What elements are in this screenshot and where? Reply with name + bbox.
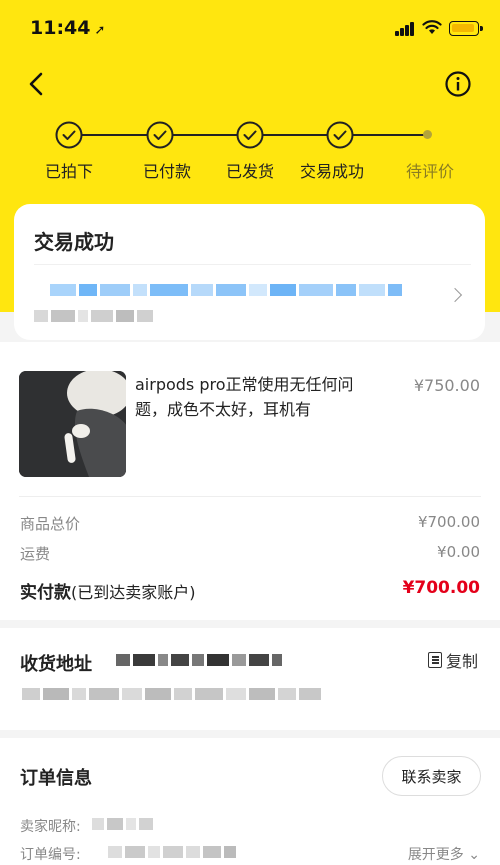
total-value: ¥700.00: [417, 513, 480, 531]
check-circle-icon: [326, 121, 354, 149]
check-circle-icon: [55, 121, 83, 149]
redacted-logistics-time: [34, 310, 153, 322]
chevron-left-icon[interactable]: [26, 70, 48, 98]
redacted-seller-name: [92, 818, 153, 830]
address-title: 收货地址: [20, 654, 92, 675]
status-title: 交易成功: [34, 230, 114, 254]
check-circle-icon: [236, 121, 264, 149]
status-time: 11:44 ➚: [30, 17, 105, 39]
pending-step-dot: [423, 130, 432, 139]
step-label-placed: 已拍下: [44, 162, 93, 181]
product-thumbnail[interactable]: [19, 371, 126, 477]
product-section: airpods pro正常使用无任何问题，成色不太好，耳机有 ¥750.00 商…: [0, 342, 500, 620]
step-label-paid: 已付款: [142, 162, 191, 181]
redacted-logistics-text[interactable]: [50, 284, 402, 296]
shipping-value: ¥0.00: [437, 543, 480, 561]
step-label-shipped: 已发货: [225, 162, 274, 181]
order-section: 订单信息 联系卖家 卖家昵称: 订单编号: 展开更多 ⌄: [0, 738, 500, 865]
expand-more-label: 展开更多: [407, 847, 464, 863]
shipping-label: 运费: [20, 545, 51, 563]
status-bar: 11:44 ➚: [0, 0, 500, 58]
redacted-address: [22, 688, 321, 700]
redacted-order-number: [108, 846, 236, 858]
location-arrow-icon: ➚: [94, 23, 106, 38]
product-title[interactable]: airpods pro正常使用无任何问题，成色不太好，耳机有: [135, 372, 375, 422]
contact-seller-button[interactable]: 联系卖家: [382, 756, 481, 796]
chevron-right-icon[interactable]: [447, 287, 463, 303]
address-section: 收货地址 复制: [0, 628, 500, 730]
seller-nickname-label: 卖家昵称:: [20, 819, 81, 835]
status-card: 交易成功: [14, 204, 485, 340]
paid-label: 实付款(已到达卖家账户): [20, 578, 196, 603]
product-price: ¥750.00: [413, 376, 480, 395]
order-number-label: 订单编号:: [20, 847, 81, 863]
step-label-completed: 交易成功: [299, 162, 364, 181]
paid-note: (已到达卖家账户): [71, 583, 196, 602]
signal-icon: [395, 22, 415, 36]
divider: [34, 264, 471, 265]
paid-value: ¥700.00: [402, 578, 480, 598]
copy-button[interactable]: 复制: [428, 648, 478, 672]
paid-label-text: 实付款: [20, 583, 71, 603]
order-title: 订单信息: [20, 768, 92, 789]
redacted-recipient: [116, 654, 282, 666]
time-text: 11:44: [30, 17, 91, 39]
expand-more[interactable]: 展开更多 ⌄: [408, 844, 480, 864]
info-circle-icon[interactable]: [444, 70, 472, 98]
step-label-review: 待评价: [405, 162, 454, 181]
check-circle-icon: [146, 121, 174, 149]
battery-icon: [449, 21, 483, 36]
chevron-down-icon: ⌄: [468, 847, 480, 863]
copy-icon: [428, 652, 442, 668]
wifi-icon: [422, 20, 442, 34]
total-label: 商品总价: [20, 515, 81, 533]
divider: [19, 496, 481, 497]
copy-label: 复制: [446, 652, 479, 671]
